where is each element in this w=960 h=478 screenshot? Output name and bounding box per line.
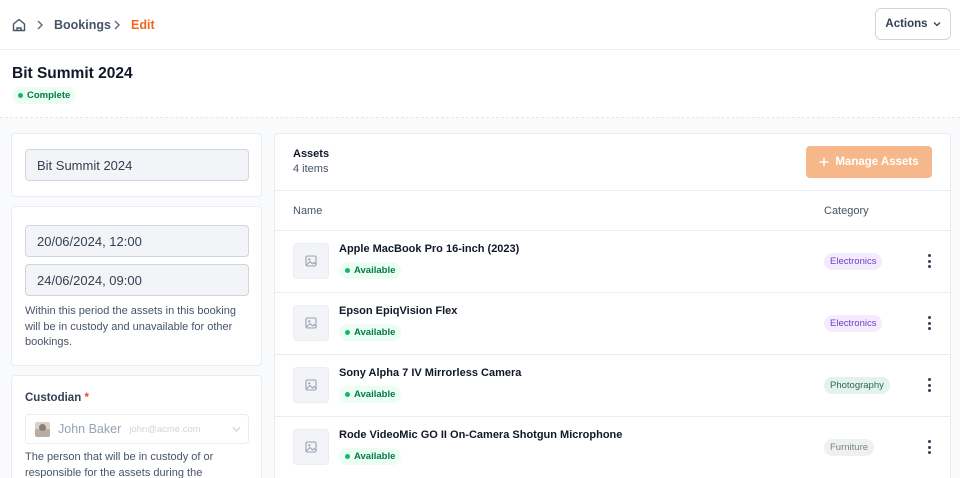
assets-title: Assets: [293, 148, 330, 160]
page-header: Bit Summit 2024 Complete: [0, 50, 960, 118]
custodian-label-text: Custodian: [25, 392, 82, 404]
table-row[interactable]: Epson EpiqVision Flex Available Electron…: [275, 293, 950, 354]
status-dot: [18, 93, 23, 98]
image-placeholder-icon: [293, 243, 329, 279]
end-date-value: 24/06/2024, 09:00: [37, 272, 142, 288]
status-badge: Complete: [12, 87, 77, 104]
avatar: [35, 421, 50, 437]
category-badge: Electronics: [824, 253, 883, 270]
actions-button[interactable]: Actions: [875, 8, 951, 40]
availability-label: Available: [354, 265, 396, 276]
breadcrumb-bookings[interactable]: Bookings: [54, 17, 111, 33]
status-dot: [345, 392, 350, 397]
status-dot: [345, 454, 350, 459]
table-row[interactable]: Apple MacBook Pro 16-inch (2023) Availab…: [275, 231, 950, 292]
end-date-field[interactable]: 24/06/2024, 09:00: [25, 264, 249, 296]
more-options-icon[interactable]: [923, 376, 935, 394]
status-dot: [345, 330, 350, 335]
custodian-name: John Baker: [58, 422, 122, 436]
page-title: Bit Summit 2024: [12, 65, 133, 82]
chevron-down-icon: [232, 427, 241, 432]
availability-label: Available: [354, 389, 396, 400]
column-header-name[interactable]: Name: [293, 205, 322, 217]
booking-name-field[interactable]: Bit Summit 2024: [25, 149, 249, 181]
more-options-icon[interactable]: [923, 438, 935, 456]
asset-name[interactable]: Apple MacBook Pro 16-inch (2023): [339, 243, 519, 255]
availability-badge: Available: [339, 448, 402, 465]
manage-assets-label: Manage Assets: [835, 156, 919, 168]
top-bar: Bookings Edit Actions: [0, 0, 960, 50]
chevron-down-icon: [933, 22, 941, 27]
status-label: Complete: [27, 90, 71, 101]
more-options-icon[interactable]: [923, 314, 935, 332]
assets-count: 4 items: [293, 163, 329, 175]
custodian-select[interactable]: John Baker john@acme.com: [25, 414, 249, 444]
category-badge: Electronics: [824, 315, 883, 332]
availability-badge: Available: [339, 324, 402, 341]
plus-icon: [819, 157, 829, 167]
start-date-value: 20/06/2024, 12:00: [37, 233, 142, 249]
chevron-right-icon: [114, 20, 121, 30]
availability-label: Available: [354, 451, 396, 462]
table-row[interactable]: Sony Alpha 7 IV Mirrorless Camera Availa…: [275, 355, 950, 416]
actions-label: Actions: [885, 18, 928, 30]
breadcrumb-edit: Edit: [131, 18, 155, 32]
period-help-text: Within this period the assets in this bo…: [25, 305, 236, 348]
custodian-email: john@acme.com: [129, 423, 201, 435]
start-date-field[interactable]: 20/06/2024, 12:00: [25, 225, 249, 257]
status-dot: [345, 268, 350, 273]
availability-badge: Available: [339, 386, 402, 403]
custodian-label: Custodian *: [25, 392, 89, 404]
availability-badge: Available: [339, 262, 402, 279]
image-placeholder-icon: [293, 429, 329, 465]
custodian-help-text: The person that will be in custody of or…: [25, 451, 214, 478]
home-icon[interactable]: [11, 17, 27, 33]
asset-name[interactable]: Rode VideoMic GO II On-Camera Shotgun Mi…: [339, 429, 622, 441]
category-badge: Furniture: [824, 439, 875, 456]
image-placeholder-icon: [293, 367, 329, 403]
category-badge: Photography: [824, 377, 890, 394]
asset-name[interactable]: Epson EpiqVision Flex: [339, 305, 457, 317]
column-header-category[interactable]: Category: [824, 205, 869, 217]
required-marker: *: [84, 392, 89, 404]
availability-label: Available: [354, 327, 396, 338]
manage-assets-button[interactable]: Manage Assets: [806, 146, 932, 178]
image-placeholder-icon: [293, 305, 329, 341]
booking-name-value: Bit Summit 2024: [37, 157, 133, 173]
more-options-icon[interactable]: [923, 252, 935, 270]
table-row[interactable]: Rode VideoMic GO II On-Camera Shotgun Mi…: [275, 417, 950, 478]
asset-name[interactable]: Sony Alpha 7 IV Mirrorless Camera: [339, 367, 521, 379]
chevron-right-icon: [37, 20, 44, 30]
divider: [275, 190, 950, 191]
